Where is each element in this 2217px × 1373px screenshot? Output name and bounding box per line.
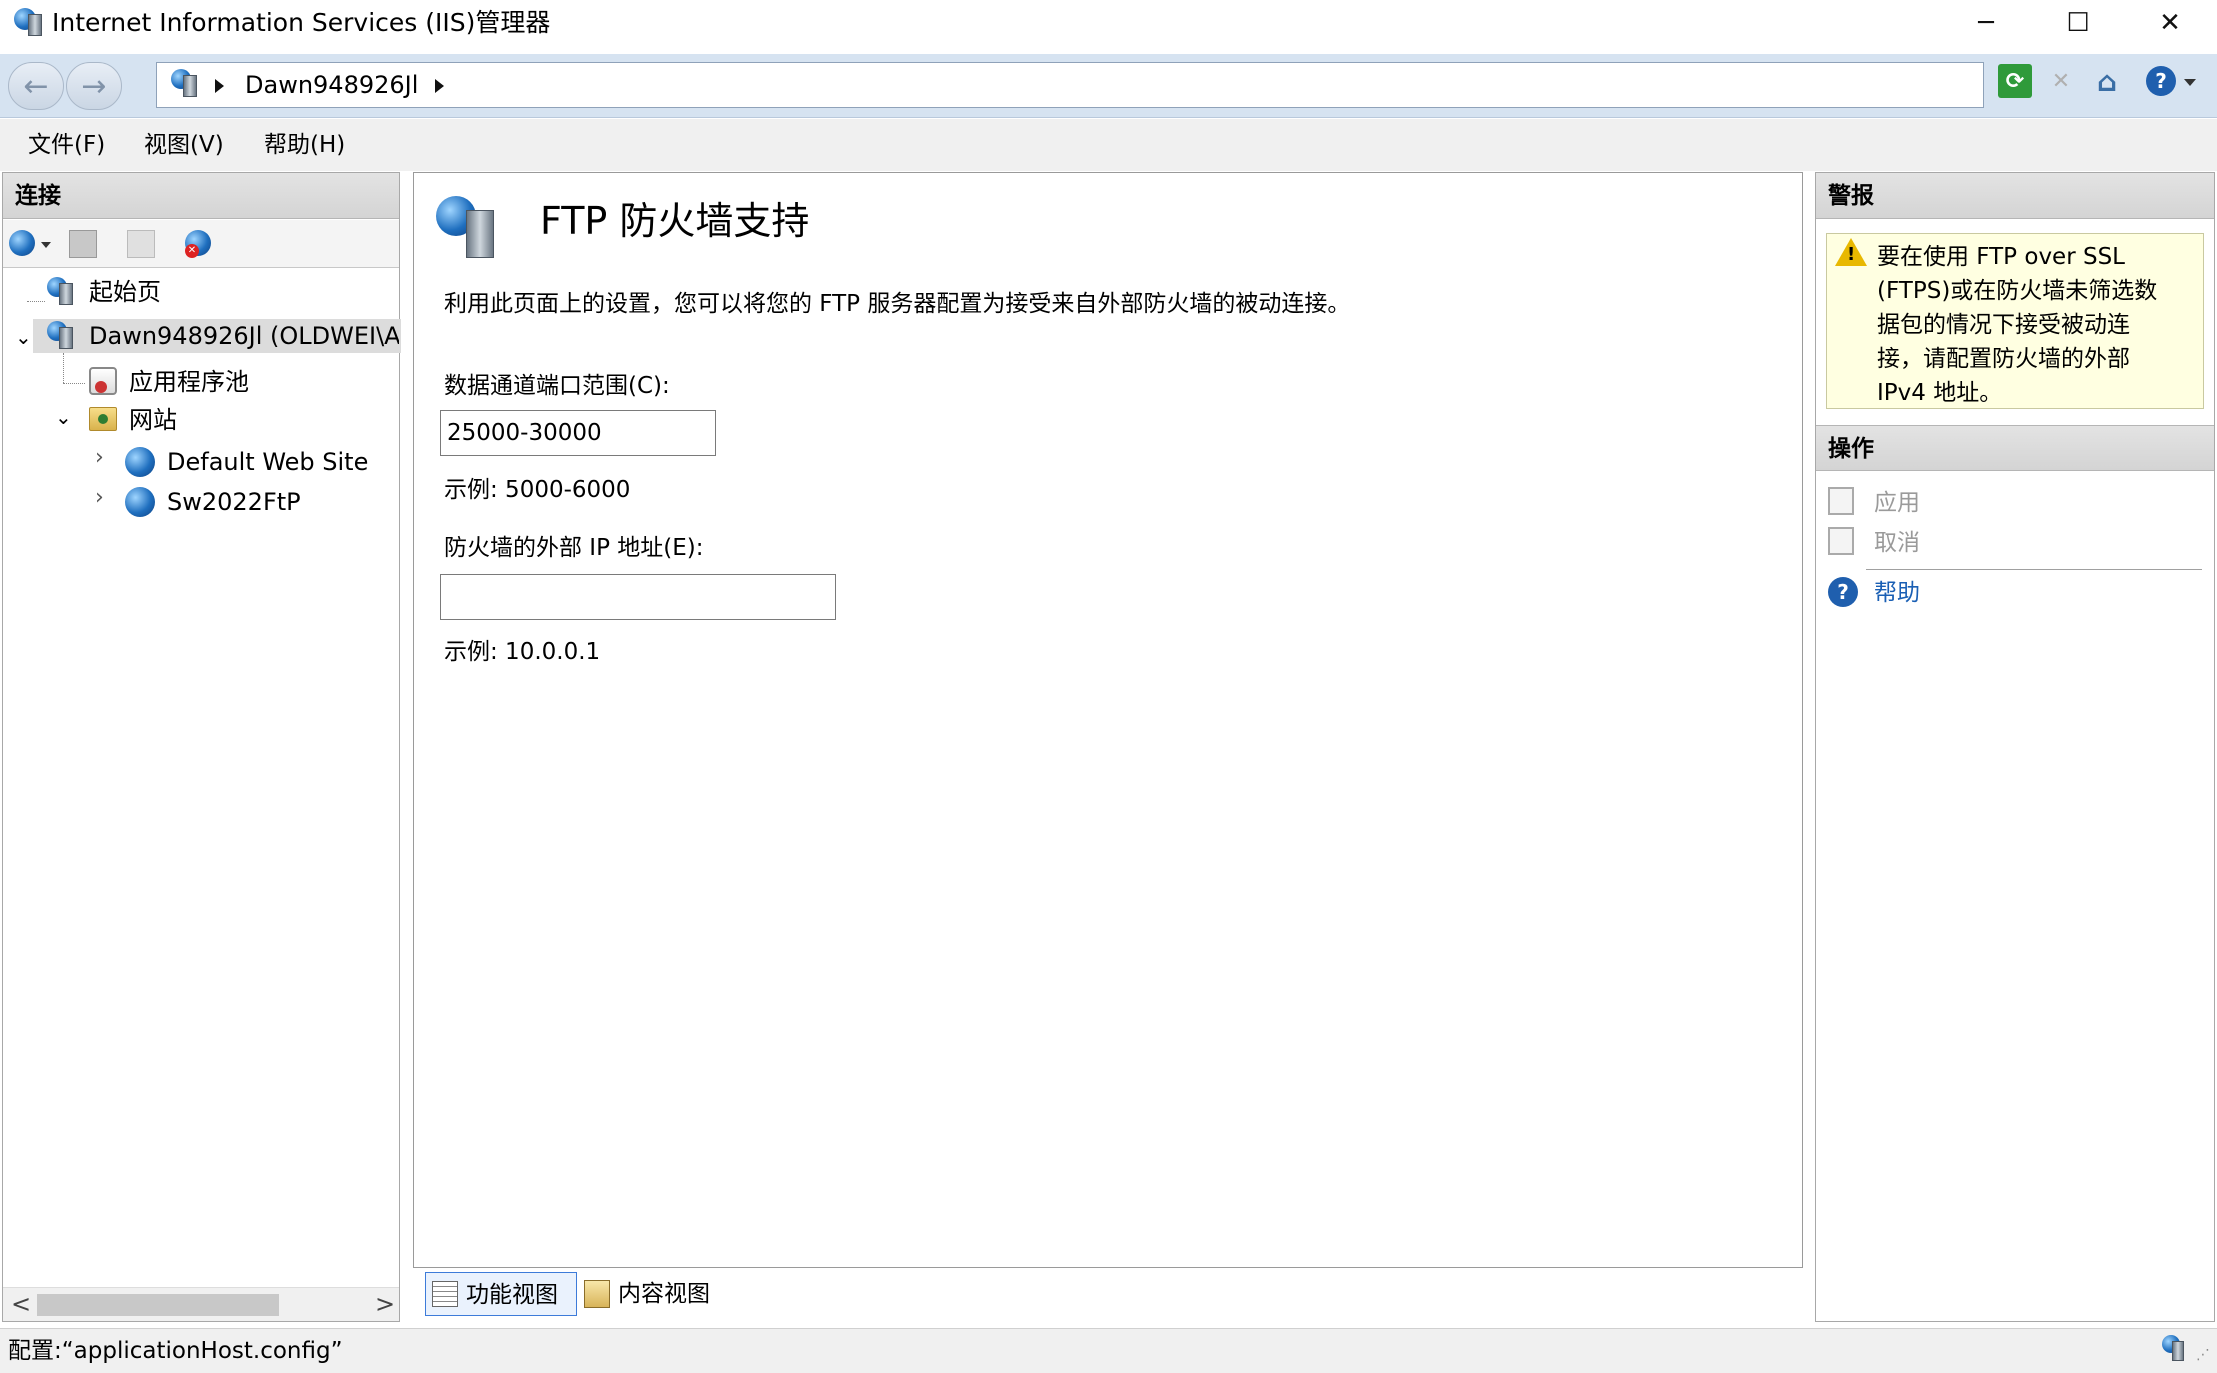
tree-line <box>27 301 45 302</box>
tree-item-start-page[interactable]: 起始页 <box>89 277 161 307</box>
maximize-icon: ☐ <box>2066 8 2090 38</box>
maximize-button[interactable]: ☐ <box>2032 0 2124 46</box>
tree-line <box>63 353 64 383</box>
cancel-icon <box>1828 527 1854 555</box>
connections-header: 连接 <box>3 173 399 219</box>
chevron-down-icon[interactable]: ⌄ <box>55 405 72 429</box>
alert-line: 接，请配置防火墙的外部 <box>1877 346 2130 372</box>
menu-view[interactable]: 视图(V) <box>144 131 224 159</box>
status-server-icon <box>2162 1335 2192 1365</box>
apply-icon <box>1828 487 1854 515</box>
minimize-button[interactable]: ─ <box>1940 0 2032 46</box>
status-text: 配置:“applicationHost.config” <box>8 1338 343 1364</box>
disconnect-icon[interactable]: ✕ <box>185 230 213 258</box>
refresh-icon[interactable]: ⟳ <box>1998 64 2032 98</box>
forward-arrow-icon: → <box>81 68 107 104</box>
scroll-right-arrow[interactable]: > <box>375 1290 395 1318</box>
menu-help[interactable]: 帮助(H) <box>264 131 345 159</box>
start-page-icon <box>47 277 77 307</box>
back-arrow-icon: ← <box>23 68 49 104</box>
minimize-icon: ─ <box>1978 8 1994 38</box>
menu-bar: 文件(F) 视图(V) 帮助(H) <box>0 119 2217 171</box>
alert-line: 据包的情况下接受被动连 <box>1877 312 2130 338</box>
status-bar: 配置:“applicationHost.config” ⋰ <box>0 1328 2217 1373</box>
help-dropdown-icon[interactable] <box>2184 79 2196 86</box>
alert-message: 要在使用 FTP over SSL (FTPS)或在防火墙未筛选数 据包的情况下… <box>1877 240 2199 410</box>
action-apply[interactable]: 应用 <box>1874 489 1920 517</box>
connect-dropdown-icon[interactable] <box>41 242 51 248</box>
action-cancel[interactable]: 取消 <box>1874 529 1920 557</box>
home-icon[interactable]: ⌂ <box>2090 64 2124 98</box>
port-range-example: 示例: 5000-6000 <box>444 477 631 503</box>
address-bar: ← → Dawn948926Jl ⟳ ✕ ⌂ ? <box>0 54 2217 118</box>
breadcrumb-server[interactable]: Dawn948926Jl <box>245 69 418 101</box>
feature-view-icon <box>432 1281 458 1307</box>
external-ip-example: 示例: 10.0.0.1 <box>444 639 601 665</box>
alert-line: 要在使用 FTP over SSL <box>1877 244 2125 270</box>
forward-button[interactable]: → <box>66 62 122 110</box>
breadcrumb-separator-icon <box>215 79 224 93</box>
alert-line: (FTPS)或在防火墙未筛选数 <box>1877 278 2158 304</box>
stop-icon[interactable]: ✕ <box>2044 64 2078 98</box>
page-description: 利用此页面上的设置，您可以将您的 FTP 服务器配置为接受来自外部防火墙的被动连… <box>444 291 1351 317</box>
ftp-firewall-feature-icon <box>436 196 506 262</box>
chevron-down-icon[interactable]: ⌄ <box>15 325 32 349</box>
close-icon: ✕ <box>2159 8 2181 38</box>
actions-divider <box>1866 569 2202 570</box>
external-ip-input[interactable] <box>440 574 836 620</box>
help-icon[interactable]: ? <box>2146 66 2176 96</box>
port-range-input[interactable]: 25000-30000 <box>440 410 716 456</box>
server-node-icon <box>47 321 77 351</box>
action-help[interactable]: 帮助 <box>1874 579 1920 607</box>
tab-content-view[interactable]: 内容视图 <box>580 1272 730 1316</box>
tree-item-sw2022ftp[interactable]: Sw2022FtP <box>167 487 301 517</box>
tree-line <box>63 383 85 384</box>
sites-folder-icon <box>89 407 117 431</box>
help-icon: ? <box>1828 577 1858 607</box>
tab-feature-view[interactable]: 功能视图 <box>425 1272 577 1316</box>
alert-line: IPv4 地址。 <box>1877 380 2003 406</box>
save-icon[interactable] <box>69 230 97 258</box>
page-title: FTP 防火墙支持 <box>540 199 810 243</box>
tree-item-default-web-site[interactable]: Default Web Site <box>167 447 368 477</box>
tab-content-view-label: 内容视图 <box>618 1281 710 1307</box>
actions-header: 操作 <box>1816 425 2214 471</box>
server-icon <box>171 69 201 101</box>
close-button[interactable]: ✕ <box>2124 0 2216 46</box>
tree-item-sites[interactable]: 网站 <box>129 405 177 435</box>
warning-icon-mark: ! <box>1847 244 1856 265</box>
menu-file[interactable]: 文件(F) <box>28 131 105 159</box>
tab-feature-view-label: 功能视图 <box>466 1282 558 1308</box>
title-bar: Internet Information Services (IIS)管理器 ─… <box>0 0 2217 54</box>
external-ip-label: 防火墙的外部 IP 地址(E): <box>444 535 704 561</box>
breadcrumb-expand-icon[interactable] <box>435 79 444 93</box>
tree-item-app-pools[interactable]: 应用程序池 <box>129 367 249 397</box>
scroll-thumb[interactable] <box>37 1294 279 1316</box>
ftp-site-globe-icon <box>125 487 155 517</box>
alert-box: ! 要在使用 FTP over SSL (FTPS)或在防火墙未筛选数 据包的情… <box>1826 233 2204 409</box>
port-range-label: 数据通道端口范围(C): <box>444 373 670 399</box>
chevron-right-icon[interactable]: › <box>95 485 104 510</box>
resize-grip-icon[interactable]: ⋰ <box>2196 1347 2210 1363</box>
website-globe-icon <box>125 447 155 477</box>
alerts-header: 警报 <box>1816 173 2214 219</box>
chevron-right-icon[interactable]: › <box>95 445 104 470</box>
connect-icon[interactable] <box>9 230 35 256</box>
up-icon[interactable] <box>127 230 155 258</box>
horizontal-scrollbar[interactable]: < > <box>3 1287 399 1321</box>
app-pool-icon <box>89 367 117 395</box>
right-pane: 警报 ! 要在使用 FTP over SSL (FTPS)或在防火墙未筛选数 据… <box>1815 172 2215 1322</box>
tree-item-server[interactable]: Dawn948926Jl (OLDWEI\Ad <box>89 321 399 351</box>
scroll-left-arrow[interactable]: < <box>11 1290 31 1318</box>
iis-app-icon <box>14 8 44 38</box>
main-content-pane <box>413 172 1803 1268</box>
connections-pane: 连接 ✕ 起始页 ⌄ Dawn948926Jl (OLDWEI\Ad 应用程序池… <box>2 172 401 1322</box>
content-view-icon <box>584 1280 610 1308</box>
connections-toolbar: ✕ <box>3 220 399 268</box>
address-box[interactable]: Dawn948926Jl <box>156 62 1984 108</box>
window-title: Internet Information Services (IIS)管理器 <box>52 8 551 37</box>
back-button[interactable]: ← <box>8 62 64 110</box>
